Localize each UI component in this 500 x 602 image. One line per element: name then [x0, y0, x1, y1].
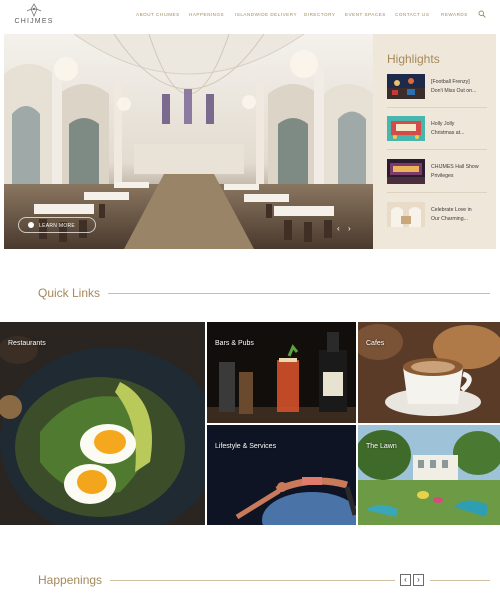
site-header: CHIJMES ABOUT CHIJMES HAPPENINGS ISLANDW… — [0, 0, 500, 32]
tile-label: The Lawn — [366, 443, 397, 450]
happenings-divider — [110, 580, 395, 581]
learn-more-label: LEARN MORE — [39, 222, 76, 229]
nav-happenings[interactable]: HAPPENINGS — [189, 12, 224, 17]
nav-directory[interactable]: DIRECTORY — [304, 12, 335, 17]
tile-cafes[interactable]: Cafes — [358, 322, 500, 423]
divider — [387, 149, 487, 150]
tile-label: Cafes — [366, 340, 385, 347]
quick-links-title: Quick Links — [38, 286, 101, 300]
tile-lifestyle-services[interactable]: Lifestyle & Services — [207, 425, 356, 525]
highlight-thumbnail — [387, 74, 425, 99]
quick-links-divider — [108, 293, 490, 294]
happenings-nav: ‹ › — [400, 574, 426, 586]
cafes-image — [358, 322, 500, 423]
highlight-item[interactable]: Holly Jolly Christmas at... — [387, 116, 492, 152]
restaurants-image — [0, 322, 205, 525]
divider — [387, 107, 487, 108]
the-lawn-image — [358, 425, 500, 525]
nav-islandwide-delivery[interactable]: ISLANDWIDE DELIVERY — [235, 12, 297, 17]
chijmes-logo[interactable]: CHIJMES — [14, 3, 54, 29]
hero-prev-icon[interactable]: ‹ — [337, 225, 340, 233]
tile-restaurants[interactable]: Restaurants — [0, 322, 205, 525]
nav-about[interactable]: ABOUT CHIJMES — [136, 12, 180, 17]
logo-emblem-icon — [26, 3, 42, 17]
highlight-thumbnail — [387, 202, 425, 227]
highlights-title: Highlights — [387, 52, 440, 66]
nav-rewards[interactable]: REWARDS — [441, 12, 468, 17]
highlight-text: Celebrate Love in Our Charming... — [431, 207, 472, 222]
highlight-text: CHIJMES Hall Show Privileges — [431, 164, 479, 179]
bars-pubs-image — [207, 322, 356, 423]
lifestyle-services-image — [207, 425, 356, 525]
highlight-text: Holly Jolly Christmas at... — [431, 121, 465, 136]
happenings-divider-right — [430, 580, 490, 581]
happenings-title: Happenings — [38, 573, 103, 587]
highlight-text: [Football Frenzy] Don't Miss Out on... — [431, 79, 477, 94]
learn-more-button[interactable]: LEARN MORE — [18, 217, 96, 233]
tile-label: Bars & Pubs — [215, 340, 254, 347]
search-icon[interactable] — [478, 10, 486, 18]
tile-label: Restaurants — [8, 340, 46, 347]
highlight-thumbnail — [387, 116, 425, 141]
hero-carousel[interactable]: LEARN MORE ‹ › — [4, 34, 373, 249]
logo-text: CHIJMES — [14, 18, 54, 25]
nav-event-spaces[interactable]: EVENT SPACES — [345, 12, 386, 17]
nav-contact-us[interactable]: CONTACT US — [395, 12, 429, 17]
highlight-item[interactable]: CHIJMES Hall Show Privileges — [387, 159, 492, 195]
play-icon — [28, 222, 34, 228]
highlight-thumbnail — [387, 159, 425, 184]
highlight-item[interactable]: Celebrate Love in Our Charming... — [387, 202, 492, 238]
highlights-panel: Highlights [Football Frenzy] Don't Miss … — [373, 34, 496, 249]
tile-bars-pubs[interactable]: Bars & Pubs — [207, 322, 356, 423]
happenings-prev-icon[interactable]: ‹ — [400, 574, 411, 586]
tile-the-lawn[interactable]: The Lawn — [358, 425, 500, 525]
tile-label: Lifestyle & Services — [215, 443, 277, 450]
highlight-item[interactable]: [Football Frenzy] Don't Miss Out on... — [387, 74, 492, 110]
hero-next-icon[interactable]: › — [348, 225, 351, 233]
happenings-next-icon[interactable]: › — [413, 574, 424, 586]
divider — [387, 192, 487, 193]
